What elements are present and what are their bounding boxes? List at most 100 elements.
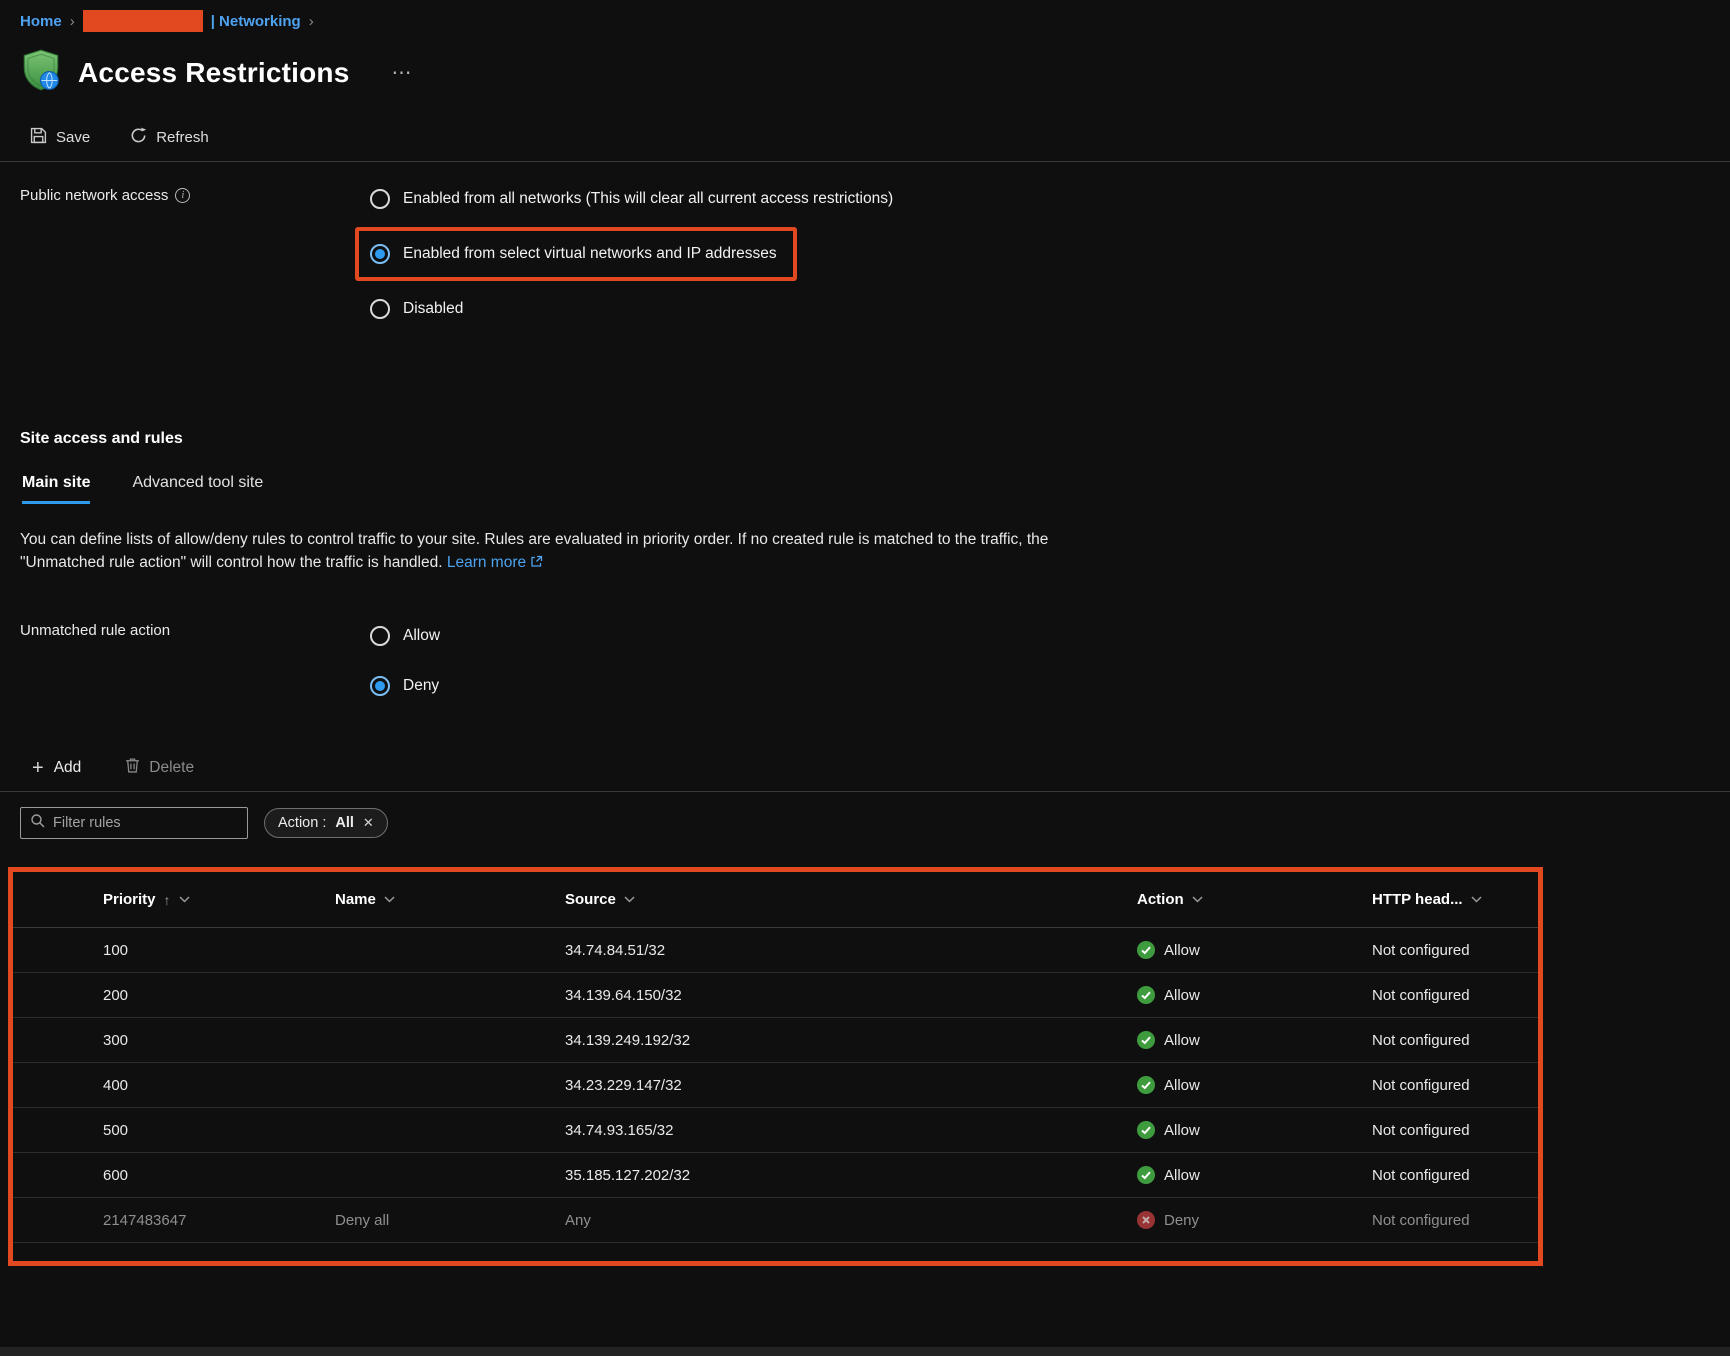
action-label: Allow	[1164, 1167, 1200, 1184]
refresh-icon	[130, 127, 147, 148]
add-label: Add	[54, 759, 82, 777]
cell-source: 34.74.93.165/32	[565, 1122, 1137, 1139]
table-header: Priority ↑ Name Source Action HTTP head.…	[13, 872, 1538, 928]
radio-option-disabled[interactable]: Disabled	[370, 286, 893, 332]
action-filter-pill[interactable]: Action : All ✕	[264, 808, 388, 838]
page-header: Access Restrictions ⋯	[20, 48, 1730, 97]
refresh-button[interactable]: Refresh	[130, 127, 209, 148]
chevron-down-icon	[1192, 896, 1203, 903]
column-header-name[interactable]: Name	[335, 891, 565, 908]
add-rule-button[interactable]: + Add	[32, 758, 81, 778]
radio-label: Deny	[403, 677, 439, 695]
learn-more-link[interactable]: Learn more	[447, 554, 543, 571]
radio-option-deny[interactable]: Deny	[370, 661, 440, 711]
column-label: Name	[335, 891, 376, 908]
command-bar: Save Refresh	[30, 127, 1730, 148]
column-label: Source	[565, 891, 616, 908]
filter-rules-input[interactable]	[53, 815, 240, 831]
cell-source: 34.74.84.51/32	[565, 942, 1137, 959]
radio-label: Allow	[403, 627, 440, 645]
column-label: HTTP head...	[1372, 891, 1463, 908]
radio-option-enabled-all-networks[interactable]: Enabled from all networks (This will cle…	[370, 176, 893, 222]
sort-ascending-icon: ↑	[164, 892, 171, 908]
public-network-access-options: Enabled from all networks (This will cle…	[370, 176, 893, 332]
cell-source: 34.139.64.150/32	[565, 987, 1137, 1004]
access-restrictions-shield-icon	[20, 48, 62, 97]
cell-http-header: Not configured	[1372, 1077, 1538, 1094]
save-button[interactable]: Save	[30, 127, 90, 148]
refresh-label: Refresh	[156, 129, 209, 146]
delete-rule-button[interactable]: Delete	[125, 757, 194, 778]
column-label: Priority	[103, 891, 156, 908]
breadcrumb-redacted-item[interactable]	[83, 10, 203, 32]
rules-description: You can define lists of allow/deny rules…	[20, 528, 1115, 575]
page-title: Access Restrictions	[78, 57, 349, 89]
cell-source: 34.23.229.147/32	[565, 1077, 1137, 1094]
cell-http-header: Not configured	[1372, 1122, 1538, 1139]
unmatched-rule-action-label: Unmatched rule action	[20, 622, 170, 639]
cell-action: Allow	[1137, 941, 1372, 959]
allow-icon	[1137, 1166, 1155, 1184]
column-header-priority[interactable]: Priority ↑	[103, 891, 335, 908]
cell-action: Allow	[1137, 1121, 1372, 1139]
column-header-http-headers[interactable]: HTTP head...	[1372, 891, 1538, 908]
learn-more-label: Learn more	[447, 554, 526, 571]
cell-action: Allow	[1137, 986, 1372, 1004]
radio-button	[370, 299, 390, 319]
deny-icon	[1137, 1211, 1155, 1229]
cell-http-header: Not configured	[1372, 987, 1538, 1004]
column-header-action[interactable]: Action	[1137, 891, 1372, 908]
pill-value: All	[335, 815, 354, 831]
breadcrumb-networking-link[interactable]: | Networking	[211, 13, 301, 30]
radio-label: Disabled	[403, 300, 463, 318]
unmatched-rule-action-section: Unmatched rule action Allow Deny	[0, 611, 1730, 711]
filter-row: Action : All ✕	[20, 807, 1730, 839]
cell-source: 34.139.249.192/32	[565, 1032, 1137, 1049]
site-access-heading: Site access and rules	[20, 430, 1730, 448]
table-row[interactable]: 300 34.139.249.192/32 Allow Not configur…	[13, 1018, 1538, 1063]
radio-button-selected	[370, 676, 390, 696]
radio-label: Enabled from select virtual networks and…	[403, 245, 777, 263]
radio-option-allow[interactable]: Allow	[370, 611, 440, 661]
rules-divider	[0, 791, 1730, 792]
info-icon[interactable]: i	[175, 188, 190, 203]
column-header-source[interactable]: Source	[565, 891, 1137, 908]
action-label: Allow	[1164, 1032, 1200, 1049]
breadcrumb: Home › | Networking ›	[0, 0, 1730, 32]
table-row-deny-all[interactable]: 2147483647 Deny all Any Deny Not configu…	[13, 1198, 1538, 1243]
chevron-down-icon	[179, 896, 190, 903]
chevron-down-icon	[384, 896, 395, 903]
close-icon[interactable]: ✕	[363, 815, 374, 831]
cell-http-header: Not configured	[1372, 1167, 1538, 1184]
cell-priority: 600	[103, 1167, 335, 1184]
cell-source: 35.185.127.202/32	[565, 1167, 1137, 1184]
table-row[interactable]: 200 34.139.64.150/32 Allow Not configure…	[13, 973, 1538, 1018]
action-label: Allow	[1164, 1122, 1200, 1139]
radio-option-enabled-select-networks[interactable]: Enabled from select virtual networks and…	[370, 238, 777, 270]
window-bottom-edge	[0, 1347, 1730, 1356]
radio-label: Enabled from all networks (This will cle…	[403, 190, 893, 208]
site-tabs: Main site Advanced tool site	[22, 474, 1730, 504]
table-row[interactable]: 500 34.74.93.165/32 Allow Not configured	[13, 1108, 1538, 1153]
cell-priority: 500	[103, 1122, 335, 1139]
search-icon	[30, 813, 45, 833]
tab-advanced-tool-site[interactable]: Advanced tool site	[132, 474, 263, 504]
tab-main-site[interactable]: Main site	[22, 474, 90, 504]
radio-button	[370, 626, 390, 646]
table-row[interactable]: 600 35.185.127.202/32 Allow Not configur…	[13, 1153, 1538, 1198]
table-row[interactable]: 400 34.23.229.147/32 Allow Not configure…	[13, 1063, 1538, 1108]
action-label: Allow	[1164, 987, 1200, 1004]
cell-priority: 200	[103, 987, 335, 1004]
filter-rules-searchbox[interactable]	[20, 807, 248, 839]
action-label: Allow	[1164, 1077, 1200, 1094]
external-link-icon	[530, 552, 543, 575]
allow-icon	[1137, 1031, 1155, 1049]
public-network-access-label: Public network access	[20, 187, 168, 204]
more-options-button[interactable]: ⋯	[391, 60, 413, 85]
table-row[interactable]: 100 34.74.84.51/32 Allow Not configured	[13, 928, 1538, 973]
cell-action: Deny	[1137, 1211, 1372, 1229]
cell-http-header: Not configured	[1372, 942, 1538, 959]
breadcrumb-home-link[interactable]: Home	[20, 13, 62, 30]
save-label: Save	[56, 129, 90, 146]
cell-source: Any	[565, 1212, 1137, 1229]
